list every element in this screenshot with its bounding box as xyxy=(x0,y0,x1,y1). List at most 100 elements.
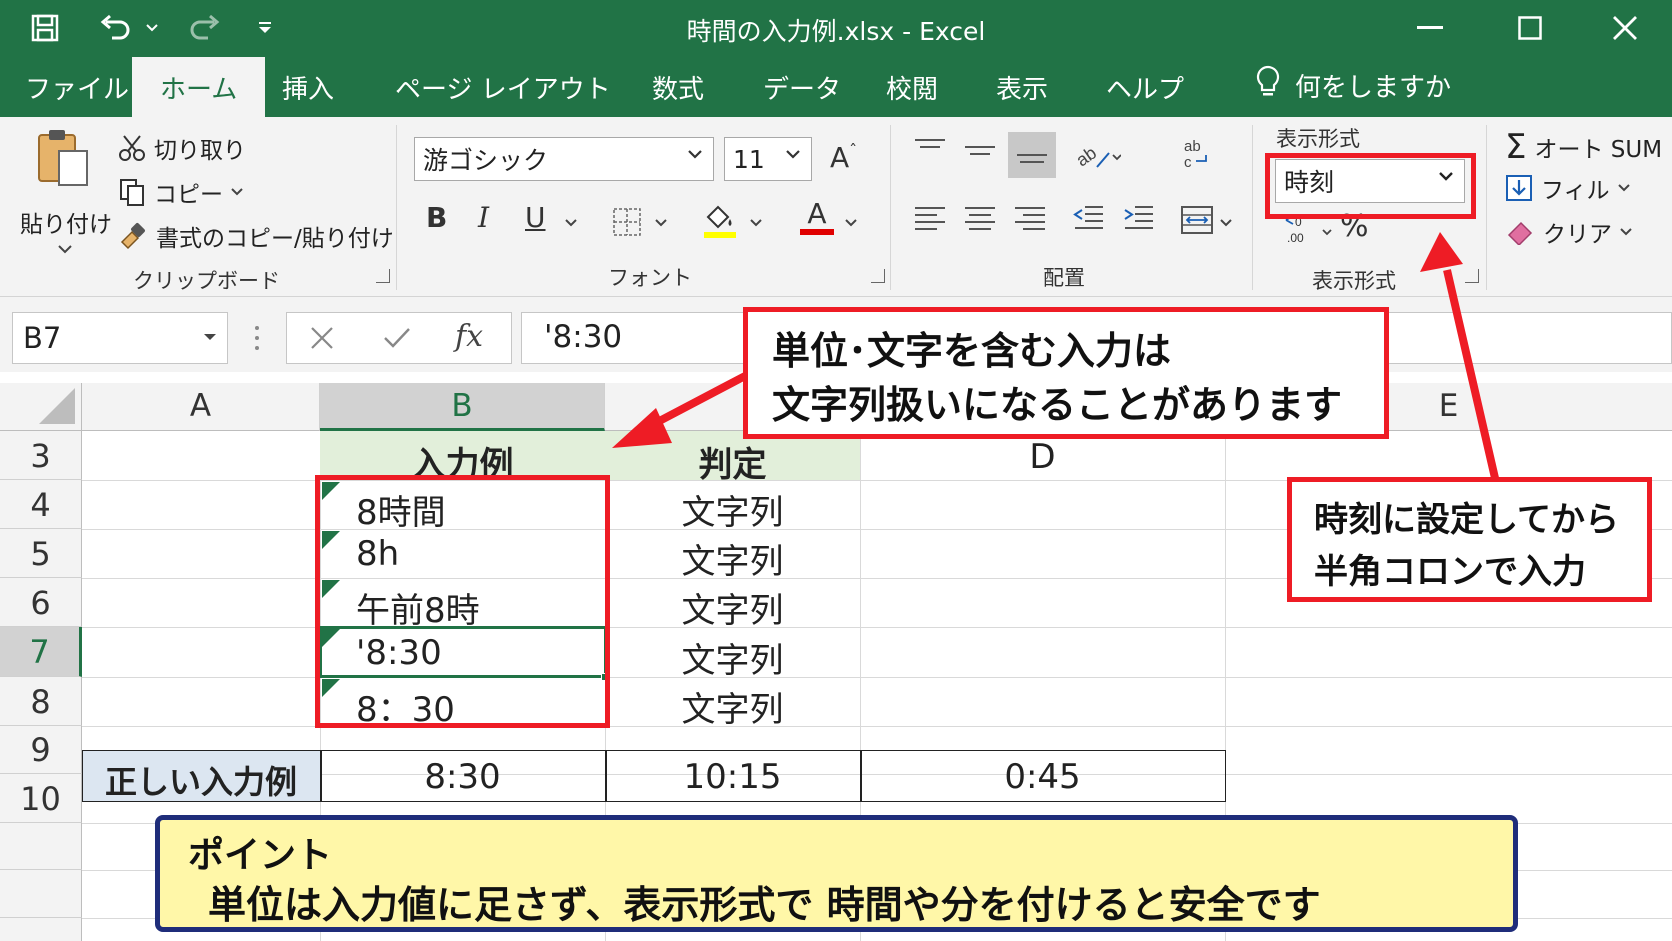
row-header-7[interactable]: 7 xyxy=(0,627,82,677)
callout-text-line2: 文字列扱いになることがあります xyxy=(772,383,1343,427)
header-judgement[interactable]: 判定 xyxy=(605,437,860,486)
group-divider xyxy=(1486,125,1487,290)
judge-cell-c4[interactable]: 文字列 xyxy=(605,485,860,534)
column-header-b[interactable]: B xyxy=(320,383,605,431)
number-launcher-icon[interactable] xyxy=(1465,269,1479,283)
name-box-dropdown-icon[interactable] xyxy=(203,333,217,341)
align-bottom-icon xyxy=(1017,142,1047,168)
font-color-dropdown-icon[interactable] xyxy=(845,219,857,227)
text-orientation-icon[interactable]: ab xyxy=(1075,139,1121,173)
judge-cell-c5[interactable]: 文字列 xyxy=(605,534,860,583)
tab-insert[interactable]: 挿入 xyxy=(282,69,334,106)
cancel-icon[interactable] xyxy=(309,325,335,351)
enter-check-icon[interactable] xyxy=(382,325,412,351)
row-header-8[interactable]: 8 xyxy=(0,677,82,726)
minimize-icon[interactable] xyxy=(1400,6,1460,50)
group-divider xyxy=(396,125,397,290)
row-header-4[interactable]: 4 xyxy=(0,480,82,529)
tab-help[interactable]: ヘルプ xyxy=(1106,69,1184,106)
row-header-9[interactable]: 9 xyxy=(0,726,82,774)
wrap-text-icon[interactable]: abc xyxy=(1182,137,1212,171)
correct-cell-d[interactable]: 0:45 xyxy=(860,757,1225,797)
decrease-indent-icon[interactable] xyxy=(1073,205,1105,233)
copy-button[interactable]: コピー xyxy=(118,175,243,209)
clipboard-launcher-icon[interactable] xyxy=(376,269,390,283)
font-group-label: フォント xyxy=(608,266,692,290)
bold-button[interactable]: B xyxy=(426,201,447,234)
highlight-box-format xyxy=(1265,153,1476,219)
callout-time-format: 時刻に設定してから 半角コロンで入力 xyxy=(1287,477,1652,602)
paste-icon xyxy=(38,130,88,186)
font-launcher-icon[interactable] xyxy=(871,269,885,283)
align-bottom-button[interactable] xyxy=(1008,132,1056,178)
row-header-10[interactable]: 10 xyxy=(0,774,82,823)
borders-icon[interactable] xyxy=(612,207,642,237)
tab-view[interactable]: 表示 xyxy=(996,69,1048,106)
callout-text-warning: 単位･文字を含む入力は 文字列扱いになることがあります xyxy=(743,307,1389,439)
underline-button[interactable]: U xyxy=(525,201,546,234)
tell-me-search[interactable]: 何をしますか xyxy=(1255,65,1451,106)
title-bar: 時間の入力例.xlsx - Excel xyxy=(0,0,1672,55)
align-right-icon[interactable] xyxy=(1015,207,1045,233)
clear-button[interactable]: クリア xyxy=(1505,215,1632,249)
italic-label: I xyxy=(478,201,490,234)
copy-dropdown-icon[interactable] xyxy=(231,188,243,196)
maximize-icon[interactable] xyxy=(1500,6,1560,50)
number-group-label: 表示形式 xyxy=(1312,269,1396,293)
tab-page-layout[interactable]: ページ レイアウト xyxy=(395,69,611,106)
fill-color-icon[interactable] xyxy=(702,201,738,239)
select-all-corner[interactable] xyxy=(0,383,82,431)
clear-label: クリア xyxy=(1543,222,1612,248)
group-divider xyxy=(890,125,891,290)
name-box-value: B7 xyxy=(23,321,62,355)
svg-text:ab: ab xyxy=(1184,138,1201,155)
align-left-icon[interactable] xyxy=(915,207,945,233)
font-color-button[interactable]: A xyxy=(800,199,834,235)
name-box[interactable]: B7 xyxy=(12,312,228,364)
row-header-3[interactable]: 3 xyxy=(0,431,82,480)
increase-indent-icon[interactable] xyxy=(1123,205,1155,233)
merge-center-icon[interactable] xyxy=(1180,205,1214,235)
header-d[interactable]: D xyxy=(860,437,1225,477)
align-middle-icon[interactable] xyxy=(965,139,995,165)
judge-cell-c8[interactable]: 文字列 xyxy=(605,682,860,731)
tab-file[interactable]: ファイル xyxy=(25,69,129,106)
borders-dropdown-icon[interactable] xyxy=(655,219,667,227)
callout-text-line1: 単位･文字を含む入力は xyxy=(772,329,1172,373)
paste-button[interactable]: 貼り付け xyxy=(18,127,112,267)
fill-button[interactable]: フィル xyxy=(1505,171,1630,205)
correct-cell-b[interactable]: 8:30 xyxy=(320,757,605,797)
grow-font-button[interactable]: Aˆ xyxy=(830,141,857,174)
insert-function-icon[interactable]: fx xyxy=(455,319,483,354)
close-icon[interactable] xyxy=(1595,6,1655,50)
correct-cell-c[interactable]: 10:15 xyxy=(605,757,860,797)
font-name-combo[interactable]: 游ゴシック xyxy=(414,137,714,181)
tab-formulas[interactable]: 数式 xyxy=(652,69,704,106)
format-painter-button[interactable]: 書式のコピー/貼り付け xyxy=(118,219,394,253)
fill-down-icon xyxy=(1506,175,1532,201)
font-size-combo[interactable]: 11 xyxy=(724,137,812,181)
autosum-button[interactable]: Σ オート SUM xyxy=(1505,127,1662,167)
align-center-icon[interactable] xyxy=(965,207,995,233)
row-header-5[interactable]: 5 xyxy=(0,529,82,578)
lightbulb-icon xyxy=(1255,65,1281,106)
correct-example-label[interactable]: 正しい入力例 xyxy=(82,757,320,803)
eraser-icon xyxy=(1507,221,1533,245)
tab-review[interactable]: 校閲 xyxy=(886,69,938,106)
fill-label: フィル xyxy=(1541,178,1610,204)
fill-color-dropdown-icon[interactable] xyxy=(750,219,762,227)
more-options-icon[interactable] xyxy=(254,325,260,351)
underline-dropdown-icon[interactable] xyxy=(565,219,577,227)
decimal-dropdown-icon[interactable] xyxy=(1322,229,1332,236)
italic-button[interactable]: I xyxy=(478,201,489,234)
column-header-a[interactable]: A xyxy=(82,383,320,431)
cut-button[interactable]: 切り取り xyxy=(118,131,246,165)
tab-data[interactable]: データ xyxy=(763,69,841,106)
merge-dropdown-icon[interactable] xyxy=(1220,219,1232,227)
judge-cell-c7[interactable]: 文字列 xyxy=(605,633,860,682)
judge-cell-c6[interactable]: 文字列 xyxy=(605,583,860,632)
paste-dropdown-icon[interactable] xyxy=(58,245,72,254)
align-top-icon[interactable] xyxy=(915,139,945,165)
row-header-6[interactable]: 6 xyxy=(0,578,82,627)
tab-home[interactable]: ホーム xyxy=(132,57,266,117)
